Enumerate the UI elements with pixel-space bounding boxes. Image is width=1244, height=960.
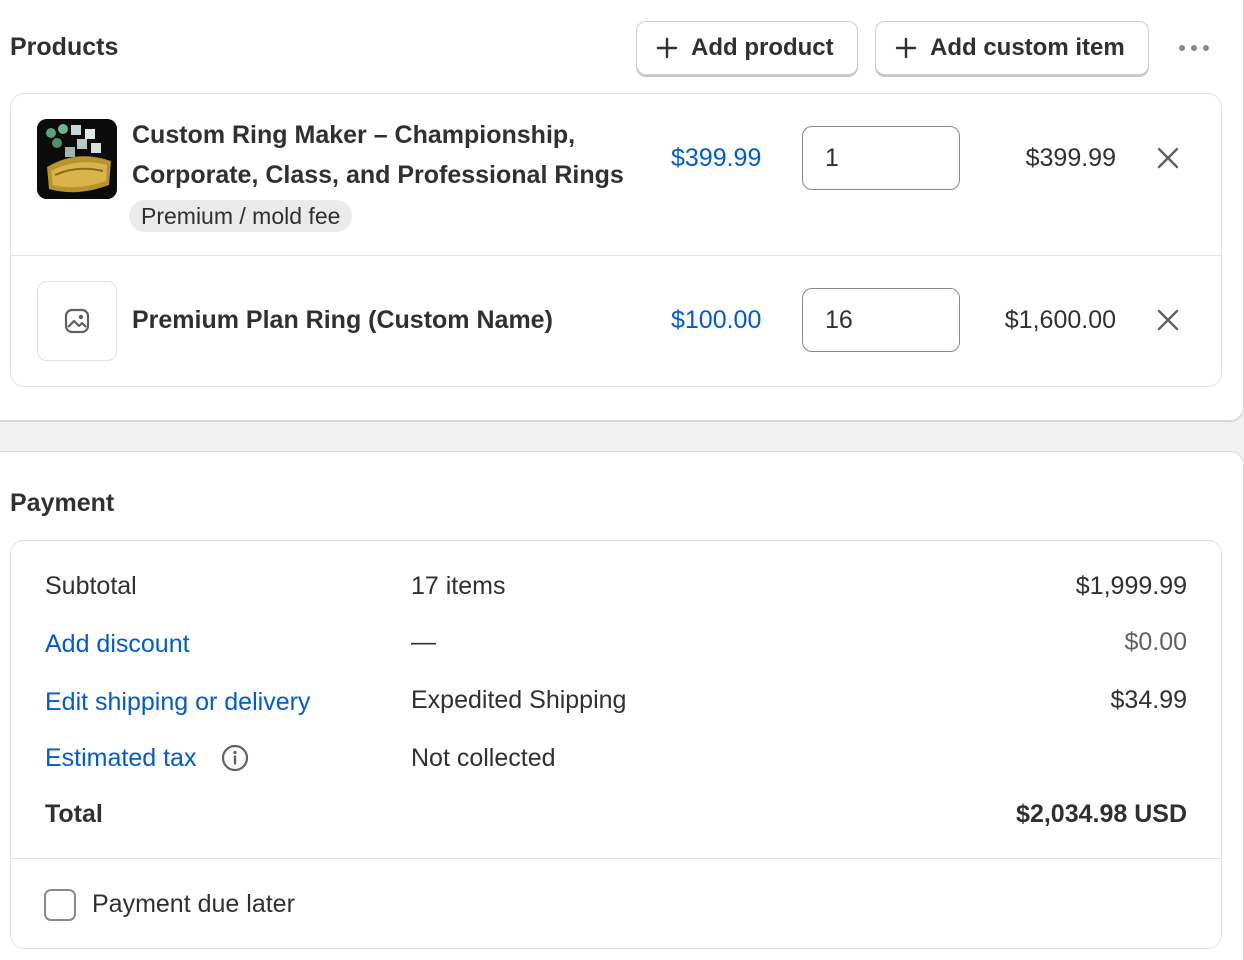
line-total: $1,600.00 (1004, 306, 1116, 334)
payment-divider (11, 858, 1221, 859)
info-icon[interactable] (221, 744, 249, 772)
product-title-line1[interactable]: Custom Ring Maker – Championship, (132, 115, 575, 155)
quantity-input[interactable] (802, 288, 960, 352)
add-custom-item-label: Add custom item (930, 34, 1125, 61)
add-product-button[interactable]: Add product (636, 21, 858, 75)
payment-section-title: Payment (10, 489, 115, 517)
discount-amount: $0.00 (1124, 628, 1187, 656)
product-price-link[interactable]: $399.99 (671, 144, 761, 173)
estimated-tax-link[interactable]: Estimated tax (45, 744, 196, 773)
add-product-label: Add product (691, 34, 834, 61)
remove-item-button[interactable] (1154, 144, 1182, 172)
payment-due-later-label[interactable]: Payment due later (92, 890, 295, 919)
close-icon (1157, 309, 1179, 331)
subtotal-amount: $1,999.99 (1075, 572, 1187, 600)
shipping-amount: $34.99 (1110, 686, 1187, 714)
product-price-link[interactable]: $100.00 (671, 306, 761, 335)
product-list: Custom Ring Maker – Championship, Corpor… (10, 93, 1222, 387)
more-actions-button[interactable] (1176, 36, 1212, 60)
image-placeholder (37, 281, 117, 361)
quantity-input[interactable] (802, 126, 960, 190)
row-divider (11, 255, 1221, 256)
product-title-line2[interactable]: Corporate, Class, and Professional Rings (132, 155, 624, 195)
products-section-title: Products (10, 33, 119, 61)
image-placeholder-icon (64, 308, 90, 334)
total-amount: $2,034.98 USD (1016, 800, 1187, 828)
add-custom-item-button[interactable]: Add custom item (875, 21, 1149, 75)
variant-badge: Premium / mold fee (129, 200, 353, 232)
close-icon (1157, 147, 1179, 169)
subtotal-label: Subtotal (45, 572, 137, 600)
discount-value: — (411, 628, 436, 656)
subtotal-items: 17 items (411, 572, 506, 600)
plus-icon (895, 37, 917, 59)
ellipsis-icon (1179, 45, 1209, 51)
shipping-method: Expedited Shipping (411, 686, 627, 714)
plus-icon (656, 37, 678, 59)
payment-due-later-checkbox[interactable] (44, 889, 76, 921)
tax-value: Not collected (411, 744, 556, 772)
edit-shipping-link[interactable]: Edit shipping or delivery (45, 688, 310, 717)
payment-summary: Subtotal 17 items $1,999.99 Add discount… (10, 540, 1222, 949)
add-discount-link[interactable]: Add discount (45, 630, 190, 659)
remove-item-button[interactable] (1154, 306, 1182, 334)
ring-product-image (37, 119, 117, 199)
product-title[interactable]: Premium Plan Ring (Custom Name) (132, 300, 553, 340)
total-label: Total (45, 800, 103, 828)
line-total: $399.99 (1025, 144, 1116, 172)
